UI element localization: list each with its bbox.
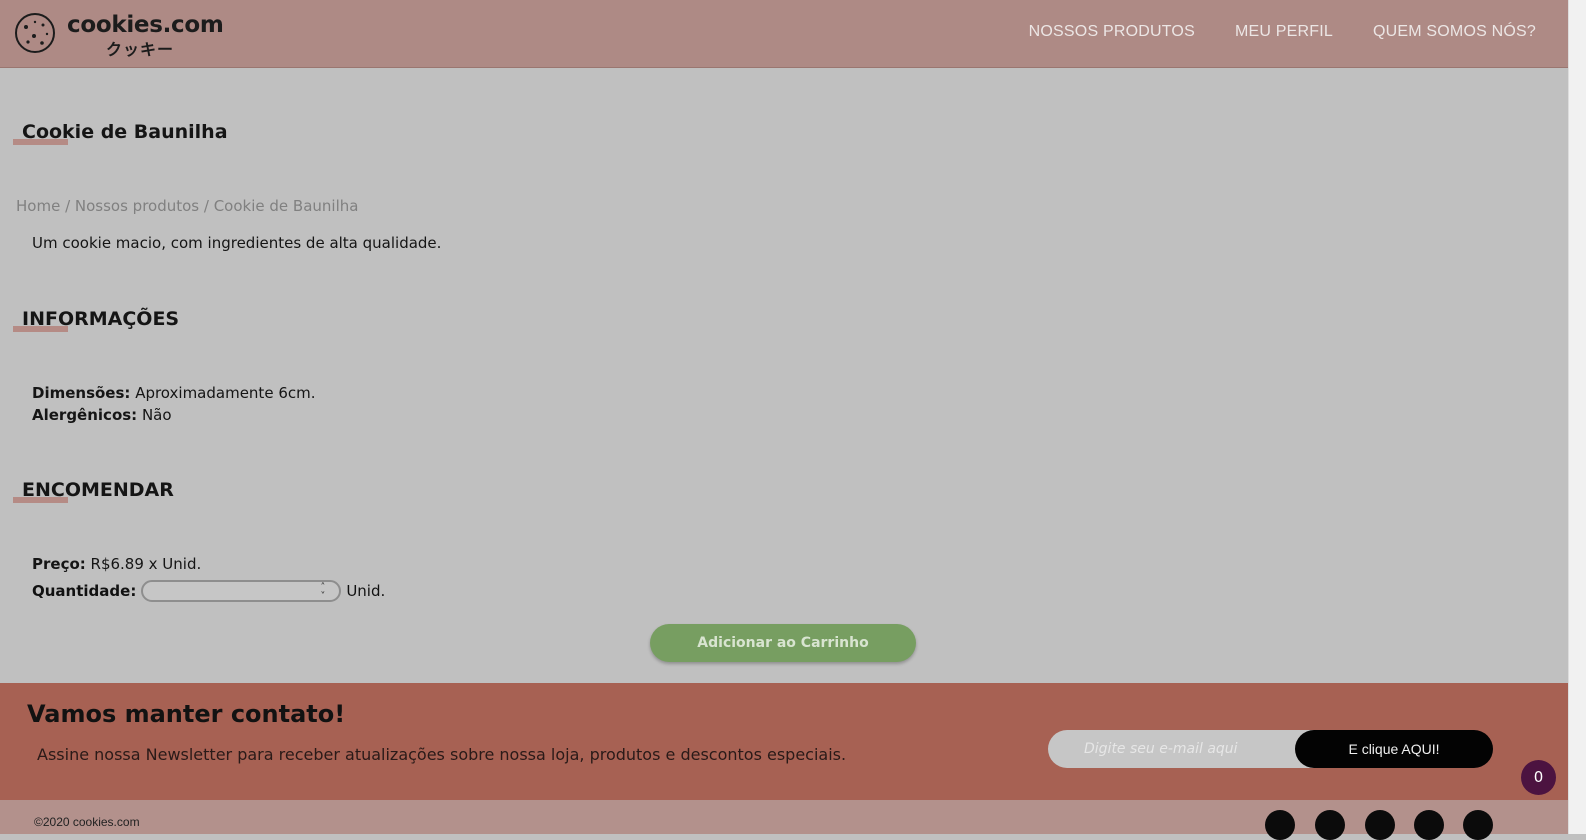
dimensions-label: Dimensões: bbox=[32, 384, 131, 402]
email-field[interactable]: Digite seu e-mail aqui bbox=[1048, 730, 1318, 768]
cookie-logo-icon[interactable] bbox=[14, 12, 58, 54]
bottom-footer: ©2020 cookies.com bbox=[0, 800, 1568, 840]
facebook-icon[interactable] bbox=[1315, 810, 1345, 840]
nav-nossos-produtos[interactable]: NOSSOS PRODUTOS bbox=[1029, 23, 1195, 41]
top-header: cookies.com クッキー NOSSOS PRODUTOS MEU PER… bbox=[0, 0, 1568, 68]
quantity-stepper[interactable]: ˄ ˅ bbox=[141, 579, 342, 602]
info-title: INFORMAÇÕES bbox=[22, 308, 180, 330]
product-description: Um cookie macio, com ingredientes de alt… bbox=[32, 234, 442, 252]
quantity-unit: Unid. bbox=[346, 581, 386, 600]
breadcrumb[interactable]: Home / Nossos produtos / Cookie de Bauni… bbox=[16, 197, 358, 215]
product-title: Cookie de Baunilha bbox=[22, 121, 228, 143]
add-to-cart-button[interactable]: Adicionar ao Carrinho bbox=[650, 624, 916, 662]
nav-quem-somos[interactable]: QUEM SOMOS NÓS? bbox=[1373, 23, 1536, 41]
instagram-icon[interactable] bbox=[1265, 810, 1295, 840]
newsletter-section: Vamos manter contato! Assine nossa Newsl… bbox=[0, 683, 1568, 800]
newsletter-title: Vamos manter contato! bbox=[27, 700, 346, 728]
nav-meu-perfil[interactable]: MEU PERFIL bbox=[1235, 23, 1333, 41]
brand-subtitle: クッキー bbox=[106, 40, 175, 59]
allergens-line: Alergênicos: Não bbox=[32, 406, 172, 424]
price-label: Preço: bbox=[32, 555, 86, 573]
page-scrollbar[interactable] bbox=[1568, 0, 1586, 834]
copyright-text: ©2020 cookies.com bbox=[34, 815, 140, 829]
price-line: Preço: R$6.89 x Unid. bbox=[32, 555, 201, 573]
spinner-arrows-icon[interactable]: ˄ ˅ bbox=[320, 582, 325, 601]
brand-name[interactable]: cookies.com bbox=[67, 12, 224, 38]
newsletter-subtitle: Assine nossa Newsletter para receber atu… bbox=[37, 745, 847, 764]
allergens-value: Não bbox=[137, 406, 172, 424]
whatsapp-icon[interactable] bbox=[1414, 810, 1444, 840]
allergens-label: Alergênicos: bbox=[32, 406, 138, 424]
main-nav: NOSSOS PRODUTOS MEU PERFIL QUEM SOMOS NÓ… bbox=[1029, 23, 1536, 41]
cart-count-badge[interactable]: 0 bbox=[1521, 760, 1556, 795]
price-value: R$6.89 x Unid. bbox=[85, 555, 202, 573]
dimensions-value: Aproximadamente 6cm. bbox=[130, 384, 316, 402]
subscribe-button[interactable]: E clique AQUI! bbox=[1295, 730, 1493, 768]
quantity-label: Quantidade: bbox=[32, 581, 137, 600]
order-title: ENCOMENDAR bbox=[22, 479, 174, 501]
twitter-icon[interactable] bbox=[1463, 810, 1493, 840]
youtube-icon[interactable] bbox=[1365, 810, 1395, 840]
dimensions-line: Dimensões: Aproximadamente 6cm. bbox=[32, 384, 315, 402]
quantity-row: Quantidade: ˄ ˅ Unid. bbox=[32, 577, 385, 604]
